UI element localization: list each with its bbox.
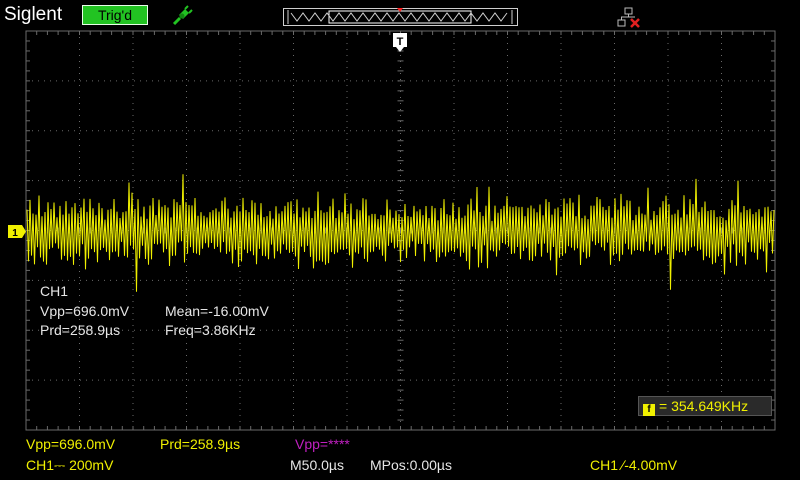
memory-position: MPos:0.00µs: [370, 457, 452, 473]
footer-vpp-channel2: Vpp=****: [295, 436, 350, 452]
measure-mean: Mean=-16.00mV: [165, 303, 269, 319]
trigger-marker-label: T: [397, 36, 404, 48]
trigger-status-badge: Trig'd: [82, 5, 148, 25]
ch1-scale: CH1⎓ 200mV: [26, 457, 114, 473]
brand-logo: Siglent: [4, 4, 63, 25]
frequency-counter: f = 354.649KHz: [638, 396, 772, 416]
ch1-level-marker: 1: [8, 225, 26, 239]
network-disconnected-icon: [617, 7, 640, 28]
measure-frequency: Freq=3.86KHz: [165, 322, 256, 338]
timebase: M50.0µs: [290, 457, 344, 473]
ch1-marker-label: 1: [12, 228, 18, 239]
trigger-position-marker: T: [393, 33, 407, 52]
probe-icon: [172, 5, 193, 26]
frequency-counter-icon: f: [643, 404, 655, 416]
measure-channel-label: CH1: [40, 283, 69, 299]
frequency-counter-value: = 354.649KHz: [659, 398, 749, 414]
memory-position-bar: [283, 8, 518, 26]
trigger-info: CH1 ∕-4.00mV: [590, 457, 678, 473]
measure-vpp: Vpp=696.0mV: [40, 303, 130, 319]
footer-period: Prd=258.9µs: [160, 436, 241, 452]
measure-period: Prd=258.9µs: [40, 322, 121, 338]
footer-vpp: Vpp=696.0mV: [26, 436, 116, 452]
